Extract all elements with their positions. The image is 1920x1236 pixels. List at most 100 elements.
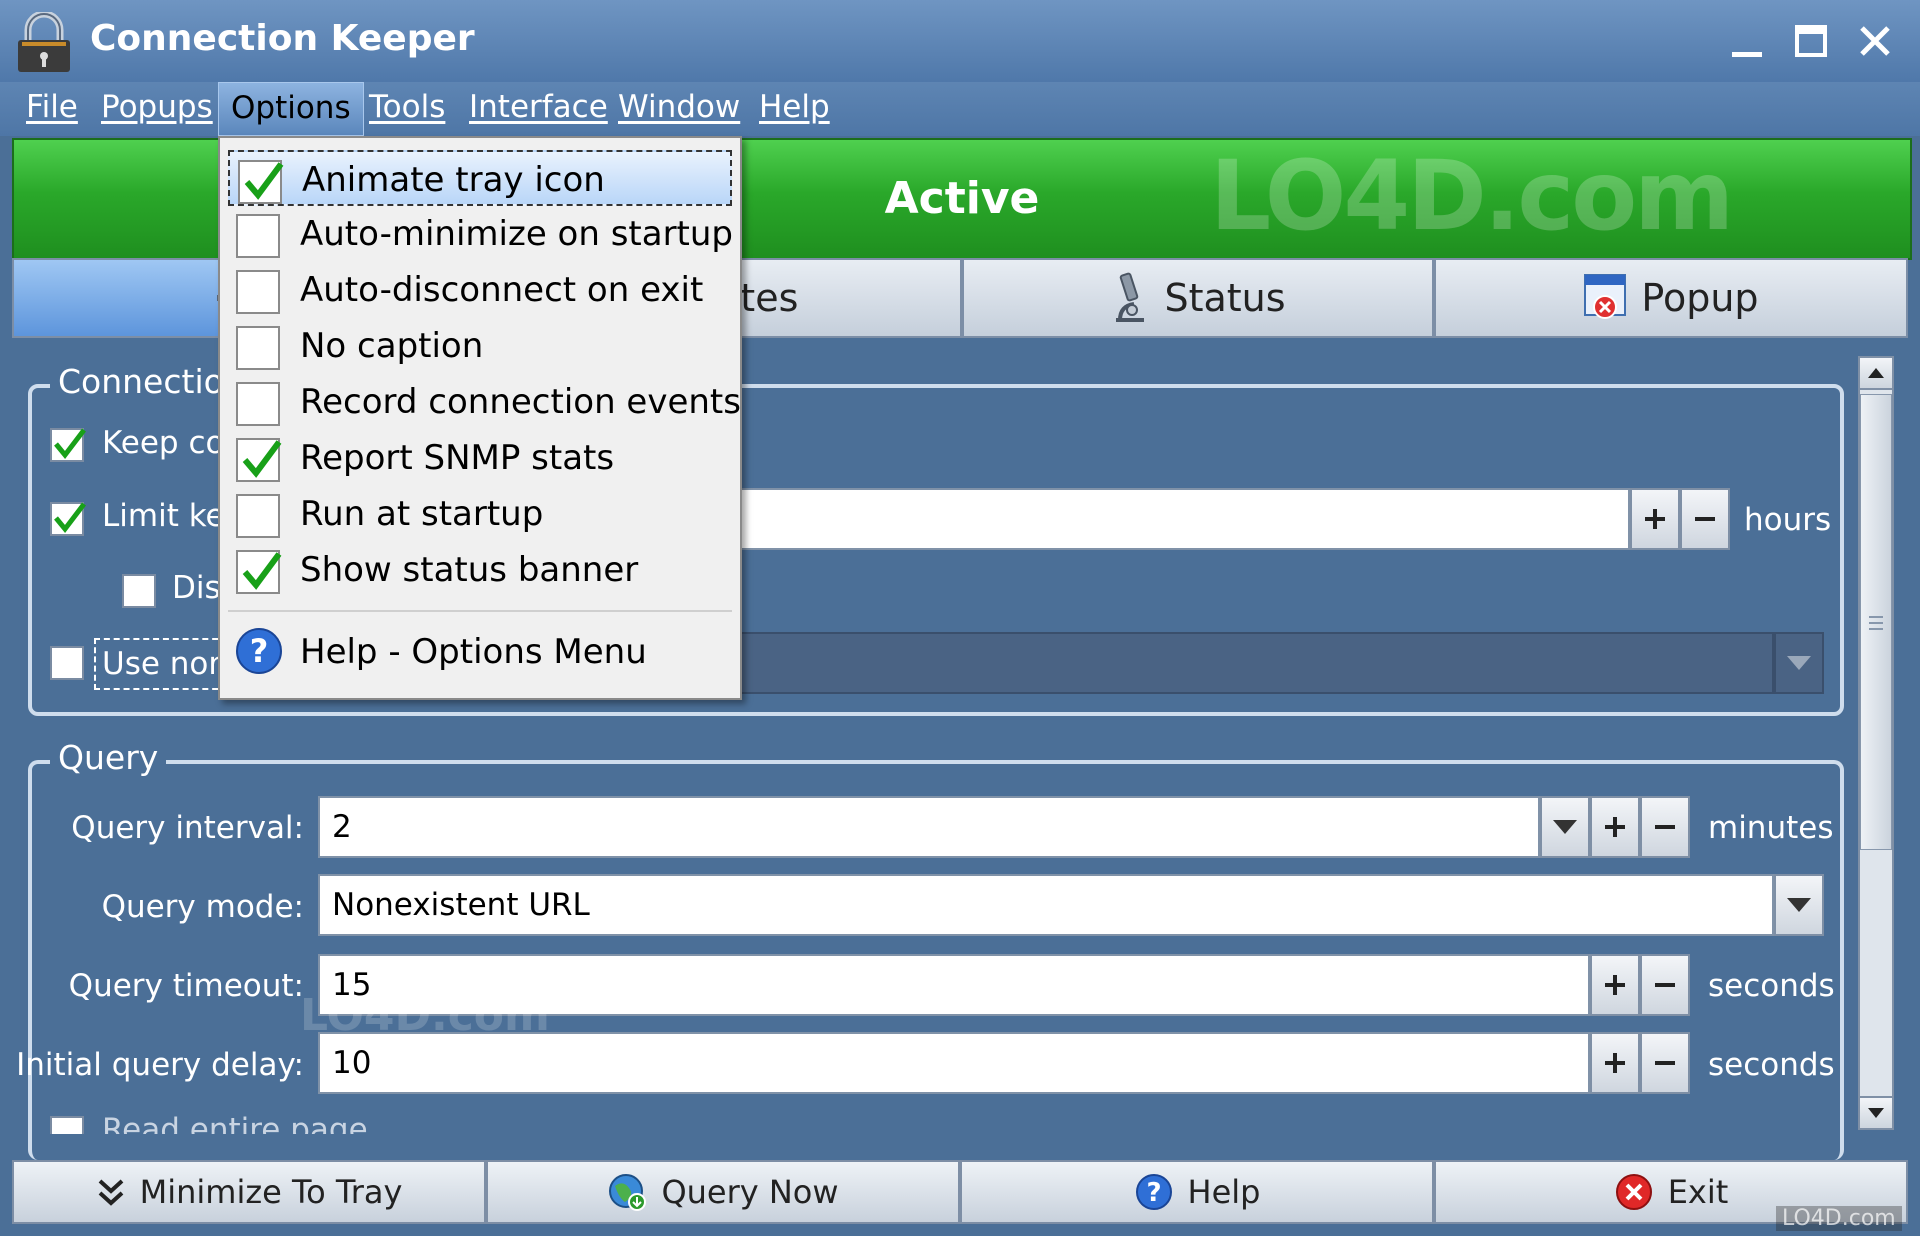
- title-bar[interactable]: Connection Keeper: [0, 0, 1920, 88]
- window-title: Connection Keeper: [90, 18, 475, 59]
- hours-increment-button[interactable]: [1630, 488, 1680, 550]
- grip-icon: [1869, 616, 1883, 630]
- connection-select-dropdown-button[interactable]: [1774, 632, 1824, 694]
- tab-popup-label: Popup: [1641, 276, 1759, 320]
- menu-item-checkbox: [238, 160, 284, 204]
- minimize-button[interactable]: [1722, 16, 1772, 66]
- menu-item-run-at-startup[interactable]: Run at startup: [228, 486, 732, 542]
- app-window: Connection Keeper File Popups Options To…: [0, 0, 1920, 1236]
- exit-label: Exit: [1667, 1173, 1729, 1211]
- minimize-icon: [1732, 52, 1762, 57]
- menu-options[interactable]: Options: [218, 82, 364, 136]
- check-icon: [242, 440, 282, 478]
- menu-item-checkbox: [236, 214, 280, 258]
- scroll-down-button[interactable]: [1860, 1096, 1892, 1128]
- help-label: Help: [1187, 1173, 1261, 1211]
- tab-status[interactable]: Status: [962, 258, 1434, 338]
- menu-item-help-options[interactable]: ? Help - Options Menu: [228, 624, 732, 680]
- disconnect-checkbox[interactable]: [122, 574, 156, 608]
- menu-item-no-caption[interactable]: No caption: [228, 318, 732, 374]
- watermark-faint: LO4D.com: [300, 990, 550, 1041]
- menu-item-label: No caption: [300, 326, 484, 366]
- help-button[interactable]: ? Help: [960, 1160, 1434, 1224]
- initial-delay-unit: seconds: [1708, 1047, 1835, 1083]
- menu-item-label: Auto-minimize on startup: [300, 214, 734, 254]
- menu-help[interactable]: Help: [759, 82, 830, 134]
- chevron-down-icon: [1868, 1108, 1884, 1118]
- limit-keepalive-checkbox[interactable]: [50, 502, 86, 536]
- watermark-corner: LO4D.com: [1776, 1206, 1902, 1231]
- keep-alive-checkbox[interactable]: [50, 428, 86, 462]
- close-button[interactable]: [1850, 16, 1900, 66]
- check-icon: [244, 162, 284, 200]
- menu-tools[interactable]: Tools: [369, 82, 445, 134]
- query-timeout-unit: seconds: [1708, 968, 1835, 1004]
- use-non-default-checkbox[interactable]: [50, 646, 84, 680]
- exit-icon: [1615, 1174, 1652, 1210]
- read-entire-page-label: Read entire page: [102, 1112, 368, 1134]
- menu-interface[interactable]: Interface: [469, 82, 608, 134]
- connection-select[interactable]: [740, 632, 1774, 694]
- query-mode-label: Query mode:: [101, 889, 304, 925]
- query-interval-label: Query interval:: [71, 810, 304, 846]
- initial-delay-increment-button[interactable]: [1590, 1032, 1640, 1094]
- menu-window[interactable]: Window: [618, 82, 740, 134]
- query-interval-decrement-button[interactable]: [1640, 796, 1690, 858]
- minus-icon: [1655, 983, 1675, 987]
- check-icon: [54, 502, 86, 534]
- chevron-down-icon: [1787, 656, 1811, 670]
- limit-hours-field[interactable]: [740, 488, 1630, 550]
- help-icon: ?: [1135, 1174, 1172, 1210]
- menu-popups[interactable]: Popups: [101, 82, 213, 134]
- check-icon: [242, 552, 282, 590]
- query-mode-select[interactable]: Nonexistent URL: [318, 874, 1774, 936]
- watermark: LO4D.com: [1210, 140, 1734, 252]
- menu-item-label: Help - Options Menu: [300, 632, 647, 672]
- menu-item-animate-tray-icon[interactable]: Animate tray icon: [228, 150, 732, 206]
- menu-item-report-snmp[interactable]: Report SNMP stats: [228, 430, 732, 486]
- minimize-to-tray-label: Minimize To Tray: [139, 1173, 403, 1211]
- query-timeout-decrement-button[interactable]: [1640, 954, 1690, 1016]
- hours-unit-label: hours: [1744, 502, 1832, 538]
- menu-item-checkbox: [236, 382, 280, 426]
- query-now-button[interactable]: Query Now: [486, 1160, 960, 1224]
- query-timeout-increment-button[interactable]: [1590, 954, 1640, 1016]
- query-interval-field[interactable]: 2: [318, 796, 1540, 858]
- minus-icon: [1655, 1061, 1675, 1065]
- menu-bar: File Popups Options Tools Interface Wind…: [0, 82, 1920, 136]
- microscope-icon: [1116, 272, 1145, 322]
- read-entire-page-row: Read entire page: [28, 1110, 1844, 1134]
- maximize-icon: [1795, 25, 1827, 57]
- menu-item-auto-minimize[interactable]: Auto-minimize on startup: [228, 206, 734, 262]
- plus-icon: [1605, 1053, 1625, 1073]
- close-icon: [1860, 26, 1890, 56]
- chevron-down-icon: [1553, 820, 1577, 834]
- menu-item-record-events[interactable]: Record connection events: [228, 374, 741, 430]
- menu-item-label: Auto-disconnect on exit: [300, 270, 704, 310]
- initial-delay-field[interactable]: 10: [318, 1032, 1590, 1094]
- menu-item-label: Animate tray icon: [302, 160, 605, 200]
- query-interval-increment-button[interactable]: [1590, 796, 1640, 858]
- minus-icon: [1695, 517, 1715, 521]
- initial-delay-decrement-button[interactable]: [1640, 1032, 1690, 1094]
- query-now-label: Query Now: [661, 1173, 839, 1211]
- menu-item-checkbox: [236, 326, 280, 370]
- vertical-scrollbar[interactable]: [1858, 356, 1894, 1130]
- scroll-thumb[interactable]: [1860, 394, 1892, 850]
- menu-file[interactable]: File: [26, 82, 78, 134]
- hours-decrement-button[interactable]: [1680, 488, 1730, 550]
- query-mode-dropdown-button[interactable]: [1774, 874, 1824, 936]
- menu-item-checkbox: [236, 550, 282, 594]
- maximize-button[interactable]: [1786, 16, 1836, 66]
- menu-item-label: Report SNMP stats: [300, 438, 615, 478]
- minimize-to-tray-button[interactable]: Minimize To Tray: [12, 1160, 486, 1224]
- query-interval-unit: minutes: [1708, 810, 1834, 846]
- query-timeout-label: Query timeout:: [68, 968, 304, 1004]
- scroll-up-button[interactable]: [1860, 358, 1892, 390]
- menu-item-show-status-banner[interactable]: Show status banner: [228, 542, 732, 598]
- menu-item-auto-disconnect[interactable]: Auto-disconnect on exit: [228, 262, 732, 318]
- popup-icon: [1584, 274, 1627, 319]
- tab-popup[interactable]: Popup: [1434, 258, 1908, 338]
- read-entire-page-checkbox[interactable]: [50, 1116, 84, 1134]
- query-interval-dropdown-button[interactable]: [1540, 796, 1590, 858]
